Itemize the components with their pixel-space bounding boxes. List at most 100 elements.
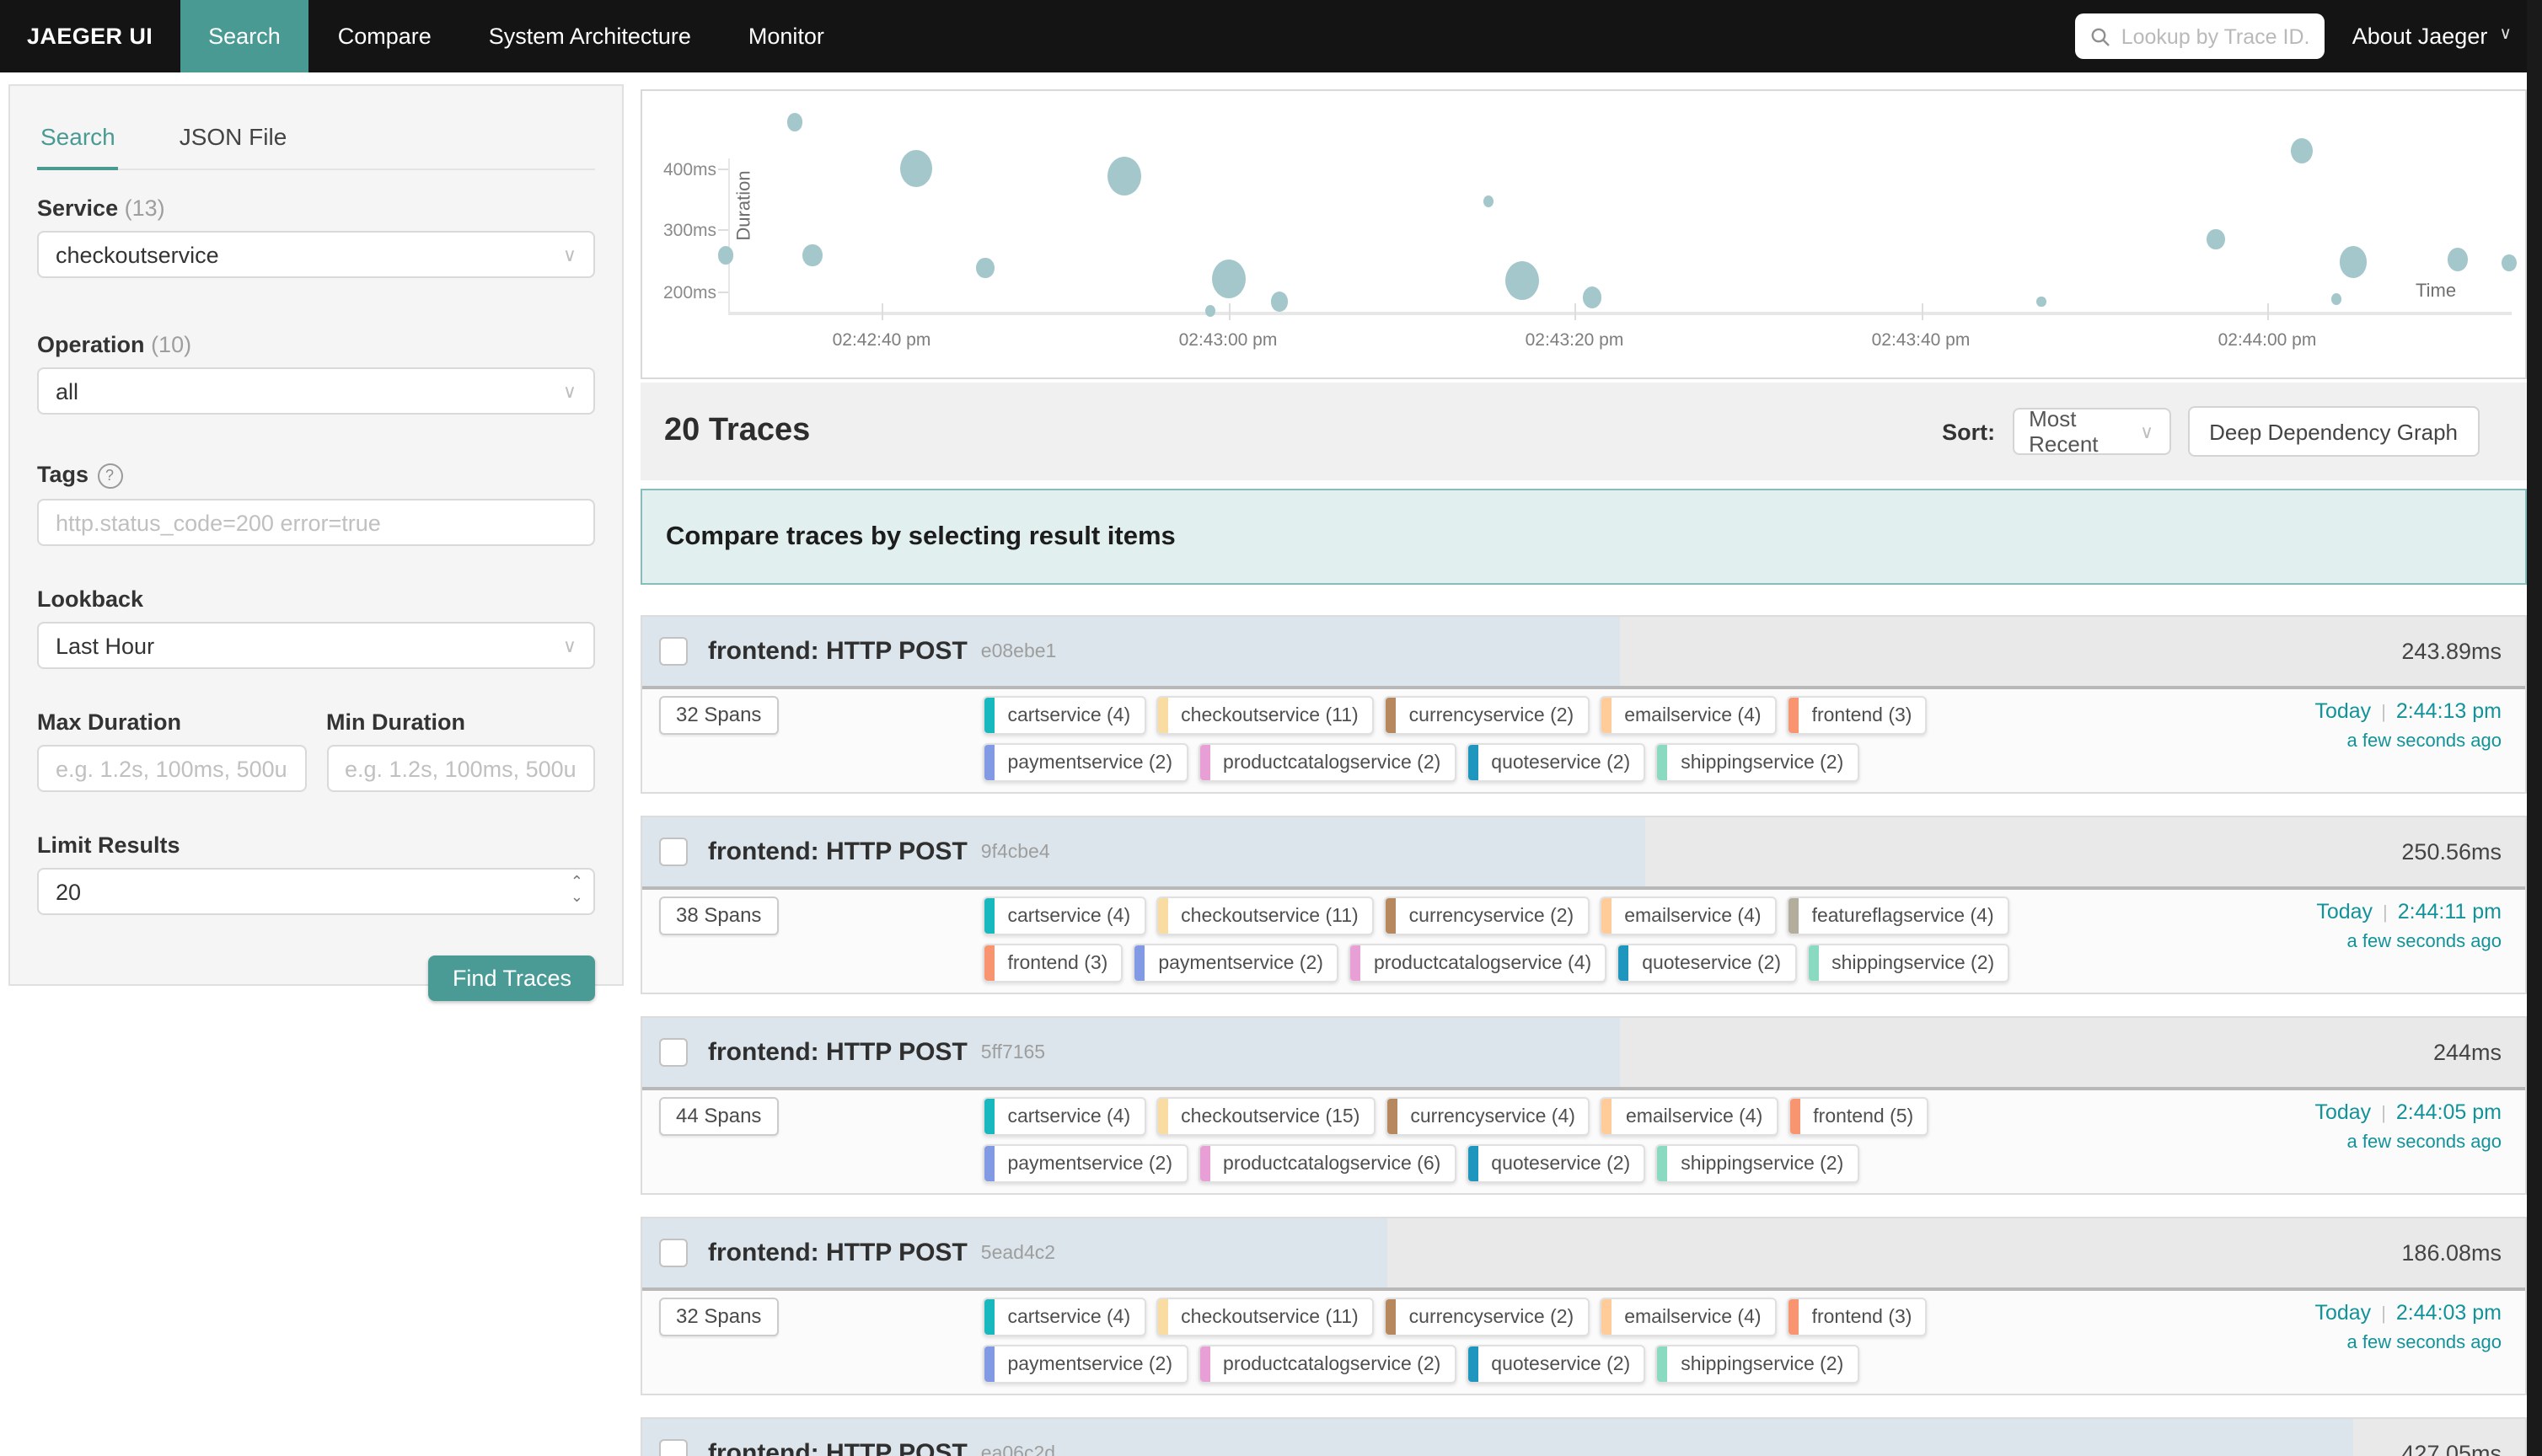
trace-card-header[interactable]: frontend: HTTP POST9f4cbe4250.56ms [642,817,2525,890]
service-chip[interactable]: productcatalogservice (6) [1198,1144,1456,1183]
trace-scatter-point[interactable] [2502,254,2518,272]
service-chip[interactable]: currencyservice (2) [1384,1298,1590,1336]
service-chip[interactable]: cartservice (4) [982,897,1145,935]
tab-search[interactable]: Search [37,110,119,169]
trace-scatter-point[interactable] [976,258,995,279]
service-chip[interactable]: paymentservice (2) [1133,944,1338,982]
nav-item-compare[interactable]: Compare [309,0,460,72]
service-chip[interactable]: productcatalogservice (2) [1198,743,1456,782]
service-chip[interactable]: cartservice (4) [982,696,1145,735]
trace-scatter-point[interactable] [2448,248,2468,271]
trace-result-card[interactable]: frontend: HTTP POSTe08ebe1243.89ms32 Spa… [641,615,2527,794]
trace-scatter-point[interactable] [718,247,733,265]
operation-select[interactable]: all ∨ [37,367,595,415]
service-chip[interactable]: productcatalogservice (2) [1198,1345,1456,1384]
service-chip[interactable]: checkoutservice (15) [1156,1097,1375,1136]
find-traces-button[interactable]: Find Traces [429,956,595,1001]
trace-result-card[interactable]: frontend: HTTP POSTea06c2d427.05ms38 Spa… [641,1417,2527,1456]
about-jaeger-menu[interactable]: About Jaeger ∨ [2325,0,2542,72]
service-chip[interactable]: emailservice (4) [1601,1097,1778,1136]
trace-scatter-point[interactable] [2037,296,2047,308]
service-chip[interactable]: checkoutservice (11) [1156,696,1374,735]
service-chip[interactable]: currencyservice (4) [1385,1097,1590,1136]
trace-select-checkbox[interactable] [659,1239,688,1267]
trace-scatter-point[interactable] [2341,247,2368,278]
number-stepper[interactable]: ⌃⌄ [571,875,583,905]
trace-card-header[interactable]: frontend: HTTP POST5ead4c2186.08ms [642,1218,2525,1291]
service-chip[interactable]: checkoutservice (11) [1156,897,1374,935]
trace-result-card[interactable]: frontend: HTTP POST5ead4c2186.08ms32 Spa… [641,1217,2527,1395]
trace-scatter-point[interactable] [1483,195,1493,207]
service-chip[interactable]: cartservice (4) [982,1298,1145,1336]
service-select[interactable]: checkoutservice ∨ [37,231,595,278]
tab-json-file[interactable]: JSON File [176,110,291,169]
trace-select-checkbox[interactable] [659,1038,688,1067]
service-chip[interactable]: paymentservice (2) [982,1144,1188,1183]
trace-date-line[interactable]: Today|2:44:03 pm [2314,1301,2502,1325]
trace-card-header[interactable]: frontend: HTTP POST5ff7165244ms [642,1018,2525,1090]
service-chip[interactable]: checkoutservice (11) [1156,1298,1374,1336]
service-chip[interactable]: paymentservice (2) [982,1345,1188,1384]
service-chip[interactable]: frontend (5) [1788,1097,1928,1136]
lookback-field-group: Lookback Last Hour ∨ [37,586,595,669]
service-chip[interactable]: shippingservice (2) [1655,1345,1858,1384]
lookback-select[interactable]: Last Hour ∨ [37,622,595,669]
trace-scatter-point[interactable] [2206,228,2224,249]
trace-scatter-point[interactable] [1211,260,1245,299]
service-chip[interactable]: cartservice (4) [982,1097,1145,1136]
service-chip[interactable]: paymentservice (2) [982,743,1188,782]
scrollbar[interactable] [2527,0,2542,1456]
trace-card-header[interactable]: frontend: HTTP POSTea06c2d427.05ms [642,1419,2525,1456]
service-chip[interactable]: emailservice (4) [1599,897,1776,935]
nav-item-system-architecture[interactable]: System Architecture [460,0,720,72]
trace-date-line[interactable]: Today|2:44:11 pm [2316,900,2502,923]
trace-result-card[interactable]: frontend: HTTP POST9f4cbe4250.56ms38 Spa… [641,816,2527,994]
trace-scatter-point[interactable] [787,114,802,131]
limit-results-input[interactable] [37,868,595,915]
service-chip[interactable]: shippingservice (2) [1806,944,2009,982]
service-chip[interactable]: shippingservice (2) [1655,1144,1858,1183]
trace-scatter-point[interactable] [2291,138,2313,163]
nav-item-search[interactable]: Search [180,0,309,72]
trace-scatter-point[interactable] [1205,306,1215,318]
trace-result-card[interactable]: frontend: HTTP POST5ff7165244ms44 Spansc… [641,1016,2527,1195]
min-duration-input[interactable] [326,745,595,792]
max-duration-input[interactable] [37,745,306,792]
trace-date-line[interactable]: Today|2:44:05 pm [2314,1100,2502,1124]
trace-scatter-point[interactable] [1505,261,1539,300]
tags-input[interactable] [37,499,595,546]
trace-scatter-point[interactable] [1583,286,1601,308]
service-chip[interactable]: quoteservice (2) [1466,743,1645,782]
sort-select[interactable]: Most Recent ∨ [2012,408,2170,455]
x-tick-mark [1574,303,1576,320]
service-chip[interactable]: frontend (3) [982,944,1123,982]
service-chip[interactable]: shippingservice (2) [1655,743,1858,782]
service-chip[interactable]: quoteservice (2) [1617,944,1796,982]
trace-select-checkbox[interactable] [659,1439,688,1456]
service-chip[interactable]: quoteservice (2) [1466,1144,1645,1183]
duration-scatter-chart[interactable]: Duration Time 400ms300ms200ms02:42:40 pm… [641,89,2527,379]
trace-date-line[interactable]: Today|2:44:13 pm [2314,699,2502,723]
service-chip[interactable]: emailservice (4) [1599,696,1776,735]
trace-card-header[interactable]: frontend: HTTP POSTe08ebe1243.89ms [642,617,2525,689]
deep-dependency-graph-button[interactable]: Deep Dependency Graph [2187,406,2480,457]
trace-scatter-point[interactable] [1272,292,1289,312]
service-chip[interactable]: currencyservice (2) [1384,696,1590,735]
stepper-down-icon[interactable]: ⌄ [571,890,583,905]
nav-item-monitor[interactable]: Monitor [720,0,853,72]
trace-select-checkbox[interactable] [659,838,688,866]
service-chip[interactable]: frontend (3) [1787,696,1928,735]
service-chip[interactable]: quoteservice (2) [1466,1345,1645,1384]
trace-id-search-input[interactable]: Lookup by Trace ID... [2076,13,2325,59]
trace-scatter-point[interactable] [2331,293,2341,305]
trace-scatter-point[interactable] [802,244,823,267]
service-chip[interactable]: currencyservice (2) [1384,897,1590,935]
trace-scatter-point[interactable] [1107,157,1141,195]
service-chip[interactable]: productcatalogservice (4) [1349,944,1606,982]
service-chip[interactable]: emailservice (4) [1599,1298,1776,1336]
service-chip[interactable]: frontend (3) [1787,1298,1928,1336]
trace-select-checkbox[interactable] [659,637,688,666]
service-chip[interactable]: featureflagservice (4) [1787,897,2009,935]
trace-scatter-point[interactable] [900,150,932,187]
help-icon[interactable]: ? [97,463,122,489]
